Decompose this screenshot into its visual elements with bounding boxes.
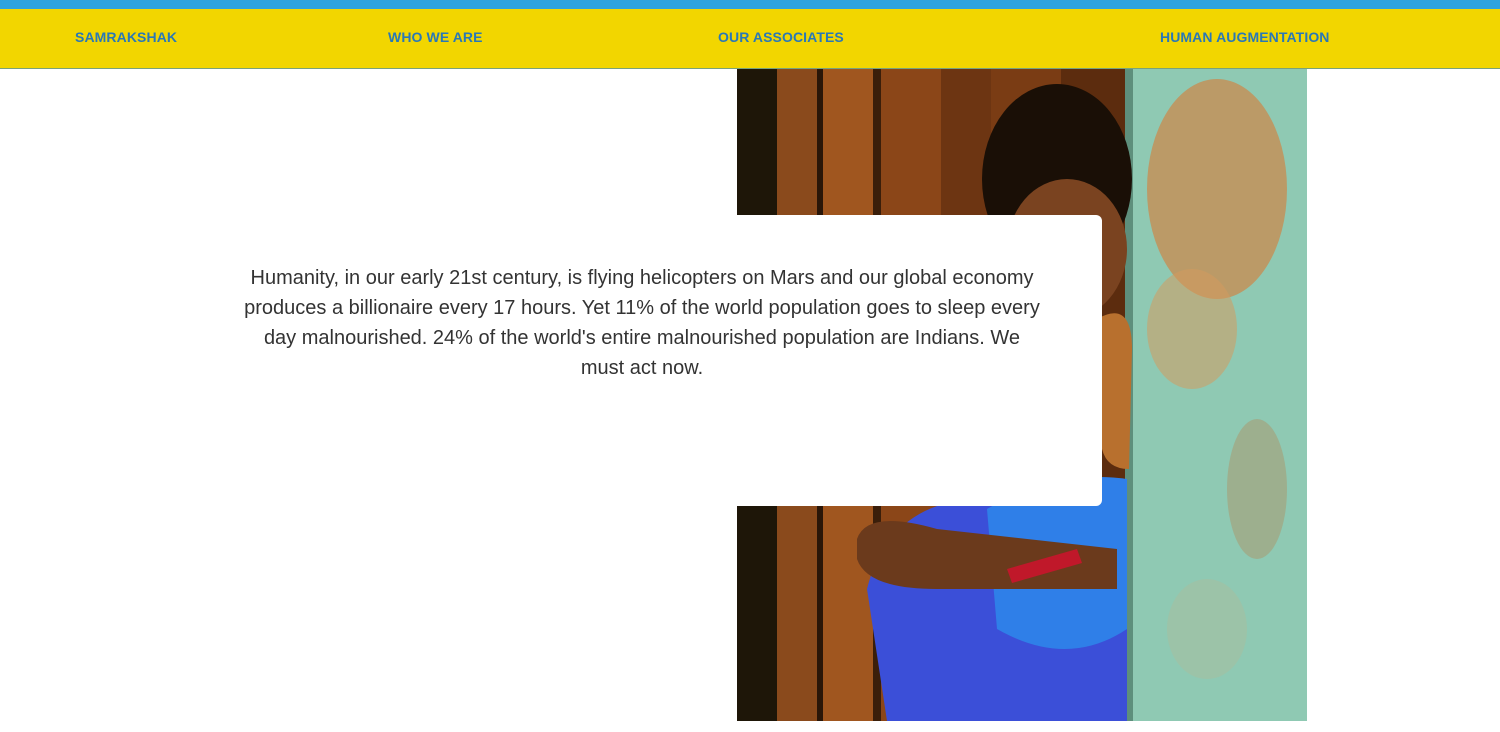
main-navbar: SAMRAKSHAK WHO WE ARE OUR ASSOCIATES HUM… <box>0 9 1500 69</box>
top-accent-strip <box>0 0 1500 9</box>
nav-link-human-augmentation[interactable]: HUMAN AUGMENTATION <box>1160 29 1330 45</box>
nav-link-our-associates[interactable]: OUR ASSOCIATES <box>718 29 844 45</box>
hero-quote-text: Humanity, in our early 21st century, is … <box>244 267 1040 379</box>
nav-link-samrakshak[interactable]: SAMRAKSHAK <box>75 29 177 45</box>
nav-link-who-we-are[interactable]: WHO WE ARE <box>388 29 483 45</box>
hero-quote-card: Humanity, in our early 21st century, is … <box>200 215 1102 506</box>
